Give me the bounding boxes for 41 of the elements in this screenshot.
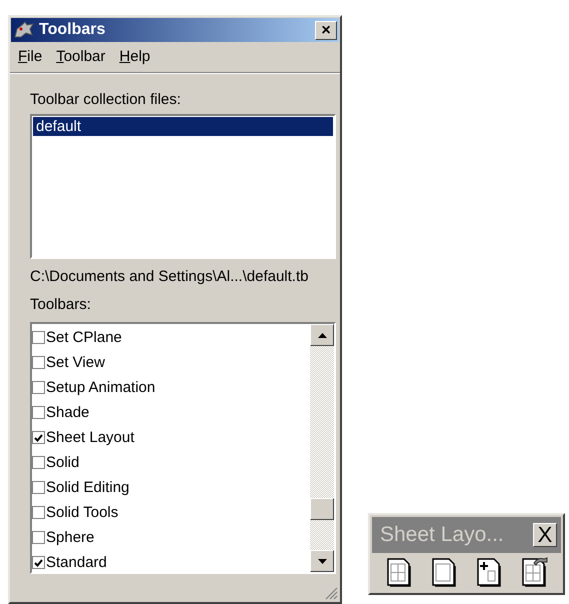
checkbox[interactable] <box>32 406 45 419</box>
list-item[interactable]: default <box>33 117 333 136</box>
toolbars-label: Toolbars: <box>30 296 92 313</box>
checkbox[interactable] <box>32 331 45 344</box>
scroll-thumb[interactable] <box>310 498 334 520</box>
menu-item[interactable]: Toolbar <box>56 48 106 65</box>
checkbox-label[interactable]: Sheet Layout <box>46 429 134 446</box>
scroll-up-button[interactable] <box>310 324 334 346</box>
checkbox[interactable] <box>32 556 45 569</box>
close-button[interactable]: X <box>533 523 557 547</box>
checkbox-label[interactable]: Set CPlane <box>46 329 122 346</box>
checkbox[interactable] <box>32 431 45 444</box>
add-page-icon[interactable] <box>475 557 504 587</box>
toolbar-title: Sheet Layo... <box>380 523 505 547</box>
checkbox[interactable] <box>32 381 45 394</box>
down-arrow-icon <box>318 558 326 564</box>
checkbox[interactable] <box>32 531 45 544</box>
page-icon[interactable] <box>430 557 458 587</box>
window-title: Toolbars <box>39 21 106 39</box>
checkbox-label[interactable]: Shade <box>46 404 90 421</box>
checkbox[interactable] <box>32 356 45 369</box>
checkbox-label[interactable]: Setup Animation <box>46 379 156 396</box>
grid-page-icon[interactable] <box>384 557 413 587</box>
checkbox[interactable] <box>32 456 45 469</box>
scroll-down-button[interactable] <box>310 550 334 572</box>
checkbox-label[interactable]: Set View <box>46 354 105 371</box>
collection-label: Toolbar collection files: <box>30 91 182 108</box>
checkbox-label[interactable]: Solid Editing <box>46 479 130 496</box>
checkbox[interactable] <box>32 481 45 494</box>
file-path: C:\Documents and Settings\Al...\default.tb <box>30 268 310 285</box>
checkbox[interactable] <box>32 506 45 519</box>
close-button[interactable]: × <box>315 20 337 40</box>
scrollbar[interactable] <box>310 324 334 572</box>
checkbox-label[interactable]: Solid <box>46 454 80 471</box>
menu-item[interactable]: File <box>18 48 42 65</box>
resize-grip[interactable] <box>324 586 338 600</box>
checkbox-label[interactable]: Sphere <box>46 529 94 546</box>
menu-item[interactable]: Help <box>119 48 150 65</box>
checkbox-label[interactable]: Standard <box>46 554 107 571</box>
checkbox-label[interactable]: Solid Tools <box>46 504 118 521</box>
up-arrow-icon <box>318 332 326 338</box>
